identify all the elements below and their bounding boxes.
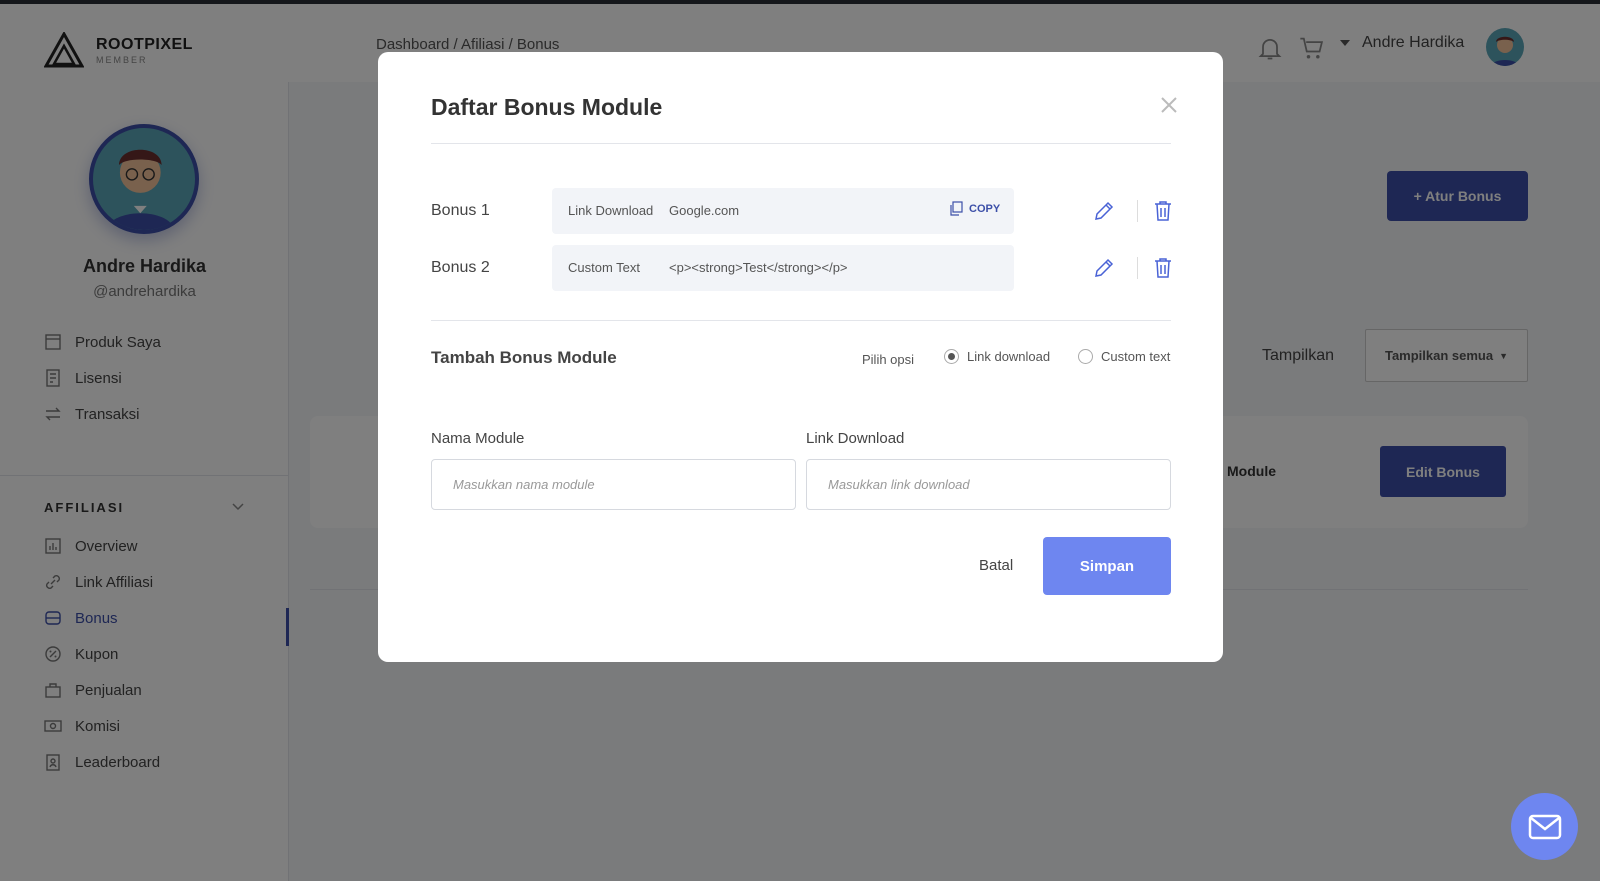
bonus-field: Custom Text <p><strong>Test</strong></p>: [552, 245, 1014, 291]
section-divider: [431, 320, 1171, 321]
bonus-value: Google.com: [669, 203, 740, 218]
bonus-type-label: Link Download: [568, 203, 654, 218]
radio-selected-indicator: [944, 349, 959, 364]
nama-module-label: Nama Module: [431, 430, 525, 447]
bonus-value: <p><strong>Test</strong></p>: [669, 260, 848, 275]
bonus-module-modal: Daftar Bonus Module Bonus 1 Link Downloa…: [378, 52, 1223, 662]
pencil-icon[interactable]: [1093, 200, 1115, 222]
bonus-row: Bonus 1 Link Download Google.com COPY: [431, 188, 1171, 234]
modal-divider: [431, 143, 1171, 144]
nama-module-input[interactable]: [431, 459, 796, 510]
close-icon[interactable]: [1160, 96, 1178, 114]
add-module-title: Tambah Bonus Module: [431, 348, 617, 367]
row-separator: [1137, 200, 1138, 222]
trash-icon[interactable]: [1154, 257, 1172, 279]
pencil-icon[interactable]: [1093, 257, 1115, 279]
mail-fab-button[interactable]: [1511, 793, 1578, 860]
bonus-field: Link Download Google.com COPY: [552, 188, 1014, 234]
link-download-input[interactable]: [806, 459, 1171, 510]
copy-icon: [950, 201, 963, 216]
radio-custom-label: Custom text: [1101, 349, 1171, 364]
copy-button[interactable]: COPY: [950, 201, 1000, 216]
bonus-type-label: Custom Text: [568, 260, 641, 275]
bonus-name: Bonus 1: [431, 202, 490, 219]
row-separator: [1137, 257, 1138, 279]
bonus-name: Bonus 2: [431, 259, 490, 276]
radio-unselected-indicator: [1078, 349, 1093, 364]
copy-label: COPY: [969, 202, 1001, 215]
link-download-label: Link Download: [806, 430, 905, 447]
radio-custom-text[interactable]: Custom text: [1078, 349, 1170, 364]
radio-link-label: Link download: [967, 349, 1051, 364]
cancel-button[interactable]: Batal: [979, 557, 1013, 574]
option-label: Pilih opsi: [862, 352, 915, 367]
modal-title: Daftar Bonus Module: [431, 94, 663, 120]
radio-link-download[interactable]: Link download: [944, 349, 1050, 364]
trash-icon[interactable]: [1154, 200, 1172, 222]
mail-icon: [1528, 814, 1561, 839]
save-button[interactable]: Simpan: [1043, 537, 1171, 595]
bonus-row: Bonus 2 Custom Text <p><strong>Test</str…: [431, 245, 1171, 291]
